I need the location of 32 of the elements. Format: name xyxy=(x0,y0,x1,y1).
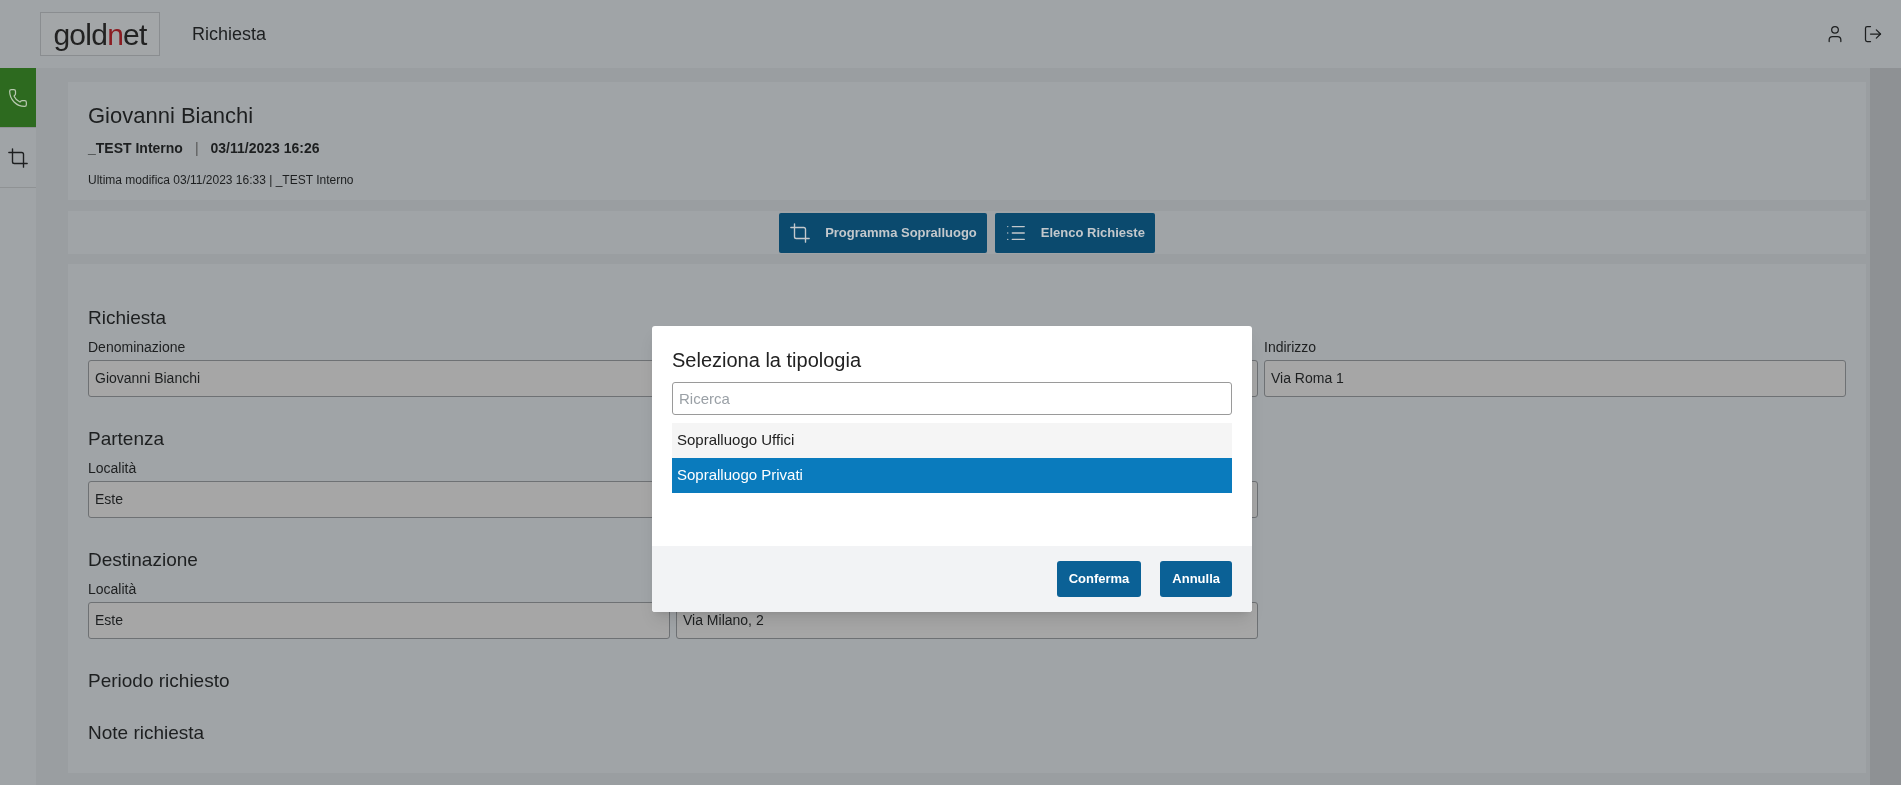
logo-text: et xyxy=(123,16,147,53)
last-modified: Ultima modifica 03/11/2023 16:33 | _TEST Interno xyxy=(88,172,355,189)
field-label: Indirizzo xyxy=(1264,338,1318,356)
search-field[interactable]: Ricerca xyxy=(672,382,1232,415)
field-label: Denominazione xyxy=(88,338,187,356)
section-title: Periodo richiesto xyxy=(88,669,230,693)
logo-text: gold xyxy=(53,16,108,53)
action-button[interactable]: Programma Sopralluogo xyxy=(779,212,987,253)
logo-text: n xyxy=(107,16,124,53)
option-item[interactable]: Sopralluogo Uffici xyxy=(672,423,1232,458)
record-name: Giovanni Bianchi xyxy=(88,102,255,130)
section-title: Richiesta xyxy=(88,306,167,330)
option-item[interactable]: Sopralluogo Privati xyxy=(672,458,1232,493)
section-title: Destinazione xyxy=(88,548,198,572)
section-title: Partenza xyxy=(88,427,165,451)
crop-icon xyxy=(789,221,812,244)
crop-icon xyxy=(7,146,29,169)
dialog-button[interactable]: Conferma xyxy=(1056,561,1142,597)
page-title: Richiesta xyxy=(192,22,267,46)
action-button[interactable]: Elenco Richieste xyxy=(994,212,1155,253)
sidebar-item[interactable] xyxy=(0,68,36,128)
record-owner: _TEST Interno xyxy=(88,139,183,158)
phone-icon xyxy=(8,87,28,108)
field-label: Località xyxy=(88,459,138,477)
input-field[interactable]: Via Roma 1 xyxy=(1264,360,1846,397)
dialog-button[interactable]: Annulla xyxy=(1160,561,1232,597)
separator: | xyxy=(194,139,199,158)
dialog-title: Seleziona la tipologia xyxy=(672,348,863,372)
input-field[interactable]: Este xyxy=(88,602,670,639)
record-date: 03/11/2023 16:26 xyxy=(210,139,320,158)
section-title: Note richiesta xyxy=(88,721,205,745)
field-label: Località xyxy=(88,580,138,598)
